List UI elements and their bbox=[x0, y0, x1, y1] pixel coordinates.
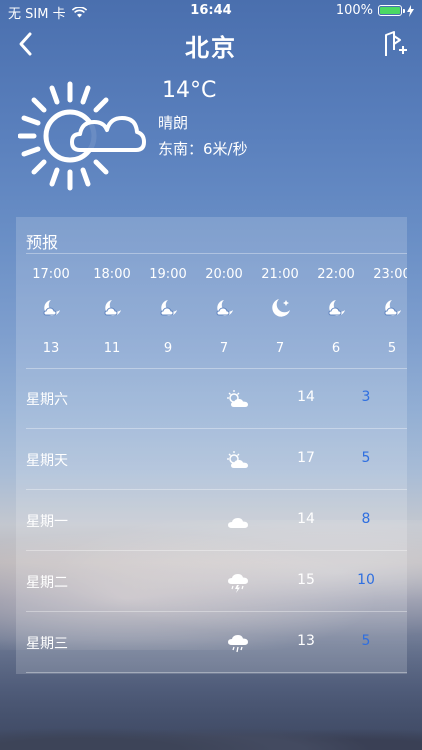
daily-row: 星期一 14 8 bbox=[16, 491, 407, 551]
current-wind: 东南：6米/秒 bbox=[158, 140, 248, 158]
hour-temp: 9 bbox=[163, 341, 173, 356]
forecast-title: 预报 bbox=[26, 233, 59, 252]
city-title: 北京 bbox=[185, 34, 237, 62]
day-name: 星期二 bbox=[26, 575, 68, 591]
current-temperature: 14°C bbox=[162, 78, 217, 103]
divider bbox=[26, 550, 407, 551]
day-low: 10 bbox=[357, 572, 375, 588]
current-condition: 晴朗 bbox=[158, 114, 189, 132]
daily-row: 星期三 13 5 bbox=[16, 613, 407, 673]
divider bbox=[26, 489, 407, 490]
hour-temp: 5 bbox=[387, 341, 397, 356]
status-bar: 无 SIM 卡 16:44 100% bbox=[0, 0, 422, 22]
day-low: 3 bbox=[361, 389, 371, 405]
hour-temp: 6 bbox=[331, 341, 341, 356]
daily-row: 星期二 15 10 bbox=[16, 552, 407, 612]
battery-group: 100% bbox=[336, 3, 414, 18]
partly-cloudy-sun-icon bbox=[18, 81, 146, 191]
hour-time: 22:00 bbox=[317, 267, 355, 282]
moon-cloud-icon bbox=[216, 300, 233, 316]
day-high: 17 bbox=[297, 450, 315, 466]
moon-cloud-icon bbox=[328, 300, 345, 316]
day-name: 星期一 bbox=[26, 514, 68, 530]
moon-stars-icon bbox=[272, 299, 290, 317]
forecast-panel: 预报 17:00 13 18:00 11 19:00 9 20:00 7 21:… bbox=[16, 217, 407, 674]
day-high: 14 bbox=[297, 511, 315, 527]
battery-icon bbox=[378, 5, 405, 16]
hour-temp: 7 bbox=[219, 341, 229, 356]
rain-icon bbox=[228, 635, 248, 653]
hour-time: 17:00 bbox=[32, 267, 70, 282]
cloud-icon bbox=[228, 518, 248, 528]
day-high: 13 bbox=[297, 633, 315, 649]
divider bbox=[26, 428, 407, 429]
moon-cloud-icon bbox=[104, 300, 121, 316]
hour-temp: 11 bbox=[103, 341, 121, 356]
hour-time: 20:00 bbox=[205, 267, 243, 282]
thunderstorm-icon bbox=[228, 574, 248, 593]
moon-cloud-icon bbox=[43, 300, 60, 316]
hour-temp: 13 bbox=[42, 341, 60, 356]
day-name: 星期三 bbox=[26, 636, 68, 652]
hour-time: 18:00 bbox=[93, 267, 131, 282]
day-low: 5 bbox=[361, 450, 371, 466]
day-name: 星期天 bbox=[26, 453, 68, 469]
daily-row: 星期六 14 3 bbox=[16, 369, 407, 429]
day-high: 14 bbox=[297, 389, 315, 405]
moon-cloud-icon bbox=[160, 300, 177, 316]
add-location-icon[interactable] bbox=[380, 30, 408, 58]
hour-time: 19:00 bbox=[149, 267, 187, 282]
sun-cloud-icon bbox=[227, 451, 248, 468]
day-low: 8 bbox=[361, 511, 371, 527]
daily-row: 星期天 17 5 bbox=[16, 430, 407, 490]
hour-temp: 7 bbox=[275, 341, 285, 356]
hourly-forecast-scroller[interactable]: 17:00 13 18:00 11 19:00 9 20:00 7 21:00 … bbox=[16, 255, 407, 369]
divider bbox=[26, 672, 407, 673]
day-low: 5 bbox=[361, 633, 371, 649]
divider bbox=[26, 611, 407, 612]
moon-cloud-icon bbox=[384, 300, 401, 316]
divider bbox=[26, 253, 407, 254]
hour-time: 21:00 bbox=[261, 267, 299, 282]
day-high: 15 bbox=[297, 572, 315, 588]
charging-bolt-icon bbox=[407, 4, 414, 17]
day-name: 星期六 bbox=[26, 392, 68, 408]
nav-bar: 北京 bbox=[0, 24, 422, 64]
hour-time: 23:00 bbox=[373, 267, 407, 282]
battery-percent: 100% bbox=[335, 3, 373, 18]
sun-cloud-icon bbox=[227, 390, 248, 407]
